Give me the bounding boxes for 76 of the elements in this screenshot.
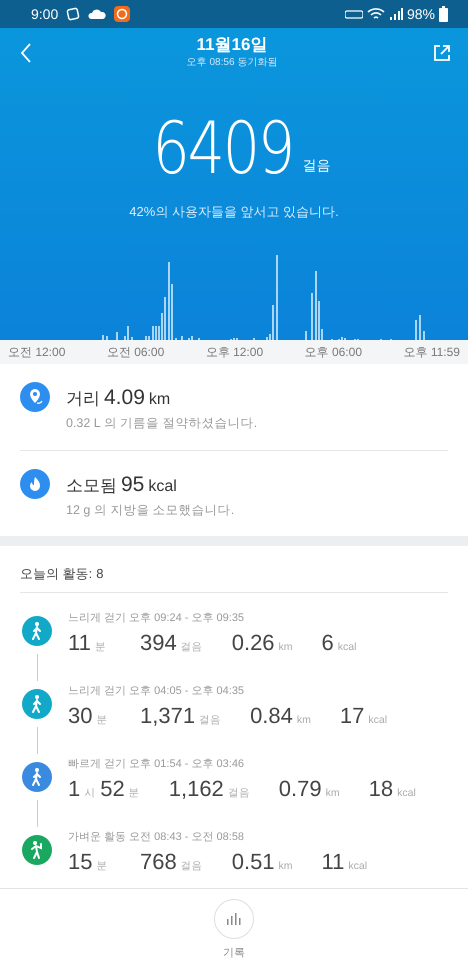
activity-title: 느리게 걷기 오후 09:24 - 오후 09:35 [68, 610, 246, 626]
metric-unit: km [296, 713, 311, 728]
stat-value: 95 [121, 472, 144, 498]
metric-value: 11 [68, 629, 91, 657]
axis-label: 오후 11:59 [404, 344, 460, 361]
rank-text: 42%의 사용자들을 앞서고 있습니다. [129, 204, 339, 219]
step-unit: 걸음 [302, 156, 331, 175]
share-icon[interactable] [432, 43, 452, 63]
metric-value: 17 [340, 702, 364, 730]
metric-unit: 시 [84, 786, 96, 801]
back-icon[interactable] [20, 42, 32, 64]
metric-value: 0.26 [232, 629, 275, 657]
metric-value: 768 [140, 848, 177, 876]
metric-unit: kcal [368, 713, 388, 728]
activities-count: 8 [96, 565, 104, 583]
metric-unit: 걸음 [199, 713, 222, 728]
metric-value: 0.84 [250, 702, 293, 730]
battery-icon [439, 6, 448, 22]
metric-unit: 걸음 [228, 786, 250, 801]
flame-icon [20, 469, 50, 499]
metric-unit: kcal [348, 859, 368, 874]
metric-unit: 걸음 [180, 859, 203, 874]
nav-label: 기록 [223, 946, 245, 960]
step-count: 6409 [152, 112, 294, 184]
sync-time: 오후 08:56 동기화됨 [186, 56, 278, 70]
app-notification-icon [114, 6, 130, 22]
metric-value: 6 [322, 629, 334, 657]
axis-label: 오전 06:00 [106, 344, 164, 361]
metric-value: 1,162 [168, 775, 224, 803]
cloud-icon [88, 8, 106, 20]
metric-unit: 걸음 [180, 640, 203, 655]
walking-person-icon [22, 688, 52, 718]
metric-value: 52 [100, 775, 125, 803]
stat-note: 0.32 L 의 기름을 절약하셨습니다. [66, 414, 258, 432]
metric-value: 1,371 [140, 702, 196, 730]
metric-value: 394 [140, 629, 177, 657]
metric-value: 30 [68, 702, 92, 730]
metric-unit: 분 [94, 640, 106, 655]
stat-label: 거리 [66, 388, 100, 410]
wifi-icon [366, 7, 385, 21]
activity-title: 느리게 걷기 오후 04:05 - 오후 04:35 [68, 684, 246, 698]
stat-note: 12 g 의 지방을 소모했습니다. [66, 502, 234, 519]
metric-value: 0.79 [278, 775, 322, 803]
metric-unit: 분 [128, 786, 140, 801]
metric-value: 18 [368, 775, 394, 803]
walking-person-icon [22, 616, 52, 646]
metric-value: 0.51 [232, 848, 275, 876]
activities-label: 오늘의 활동: [20, 565, 92, 583]
stat-value: 4.09 [104, 385, 145, 411]
status-time: 9:00 [31, 4, 58, 24]
metric-unit: km [278, 859, 293, 874]
axis-label: 오전 12:00 [8, 344, 66, 361]
signal-icon [388, 7, 403, 21]
stat-unit: kcal [148, 477, 177, 497]
metric-unit: 분 [96, 859, 108, 874]
activity-title: 가벼운 활동 오전 08:43 - 오전 08:58 [68, 830, 246, 844]
activity-title: 빠르게 걷기 오후 01:54 - 오후 03:46 [68, 756, 246, 772]
stretching-person-icon [22, 834, 52, 864]
bar-chart-icon [227, 912, 241, 924]
metric-value: 11 [322, 848, 344, 876]
axis-label: 오후 06:00 [304, 344, 362, 361]
metric-unit: km [326, 786, 340, 801]
metric-unit: km [278, 640, 293, 655]
walking-person-icon [22, 762, 52, 792]
metric-unit: 분 [96, 713, 108, 728]
metric-unit: kcal [397, 786, 416, 801]
axis-label: 오후 12:00 [206, 344, 264, 361]
metric-value: 1 [68, 775, 80, 803]
stat-label: 소모됨 [66, 475, 117, 497]
metric-unit: kcal [338, 640, 356, 655]
stat-unit: km [148, 390, 170, 410]
location-pin-icon [20, 382, 50, 412]
history-button[interactable] [214, 898, 254, 938]
metric-value: 15 [68, 848, 92, 876]
date-title: 11월16일 [196, 36, 268, 55]
battery-percent: 98% [406, 4, 435, 24]
